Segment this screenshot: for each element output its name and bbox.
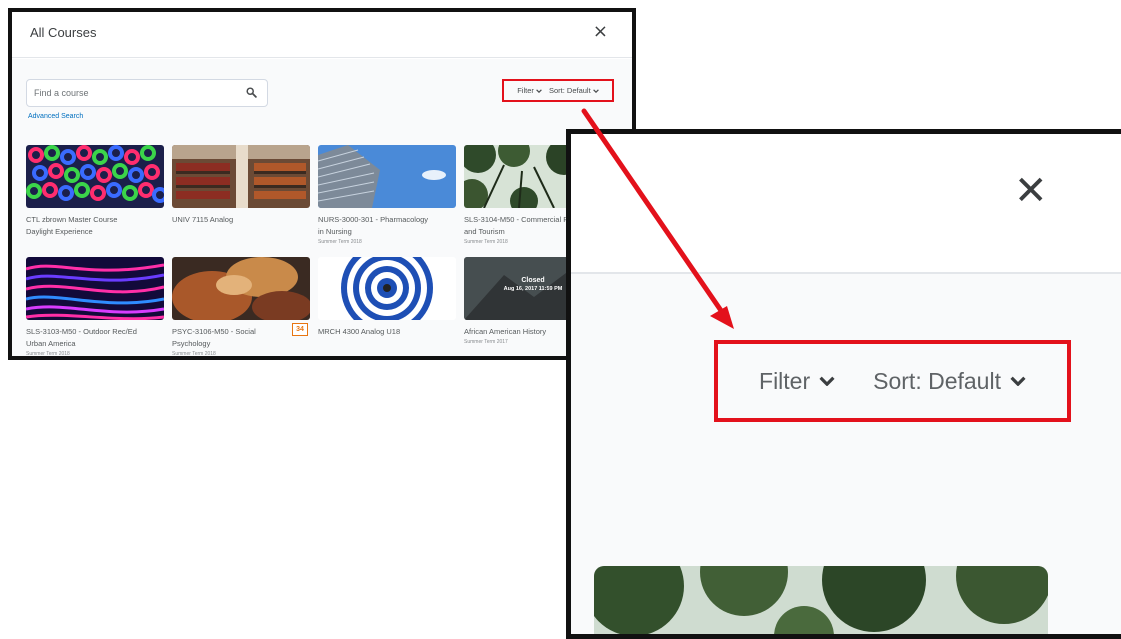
course-card[interactable]: 34 PSYC-3106-M50 - Social Psychology Sum… <box>172 257 310 357</box>
filter-label: Filter <box>759 367 811 394</box>
notification-badge: 34 <box>292 323 308 336</box>
course-card[interactable]: MRCH 4300 Analog U18 <box>318 257 456 338</box>
search-icon[interactable] <box>246 87 257 98</box>
filter-sort-highlight-zoomed: Filter Sort: Default <box>714 340 1071 422</box>
course-image-nebula <box>172 257 310 320</box>
search-box <box>26 79 268 107</box>
course-image-forest-zoomed <box>594 566 1048 634</box>
all-courses-dialog: All Courses × Advanced Search Filter Sor… <box>8 8 636 360</box>
chevron-down-icon <box>536 89 542 94</box>
course-card[interactable]: NURS-3000-301 - Pharmacology in Nursing … <box>318 145 456 245</box>
chevron-down-icon <box>1010 376 1026 386</box>
close-icon[interactable]: ✕ <box>1014 168 1048 214</box>
course-image-straws <box>26 145 164 208</box>
chevron-down-icon <box>819 376 835 386</box>
course-term: Summer Term 2018 <box>318 239 362 245</box>
filter-dropdown[interactable]: Filter <box>759 368 835 395</box>
close-icon[interactable]: × <box>593 21 608 42</box>
dialog-header: All Courses × <box>12 12 632 58</box>
filter-label: Filter <box>517 86 534 95</box>
course-title: MRCH 4300 Analog U18 <box>318 327 401 336</box>
sort-label: Sort: Default <box>548 86 591 95</box>
course-card[interactable]: UNIV 7115 Analog <box>172 145 310 226</box>
search-input[interactable] <box>27 80 227 106</box>
filter-dropdown[interactable]: Filter <box>517 86 542 95</box>
zoomed-callout: ✕ Filter Sort: Default <box>566 129 1121 639</box>
chevron-down-icon <box>592 89 599 94</box>
course-image-library <box>172 145 310 208</box>
dialog-body: Advanced Search Filter Sort: Default <box>12 59 632 357</box>
course-image-neon-waves <box>26 257 164 320</box>
advanced-search-link[interactable]: Advanced Search <box>28 113 83 120</box>
course-title: CTL zbrown Master Course Daylight Experi… <box>26 215 118 236</box>
sort-dropdown[interactable]: Sort: Default <box>873 368 1026 395</box>
course-title: UNIV 7115 Analog <box>172 215 234 224</box>
course-title: SLS-3103-M50 - Outdoor Rec/Ed Urban Amer… <box>26 327 137 348</box>
course-image-umbrella <box>318 257 456 320</box>
course-title: NURS-3000-301 - Pharmacology in Nursing <box>318 215 429 236</box>
course-card[interactable]: SLS-3103-M50 - Outdoor Rec/Ed Urban Amer… <box>26 257 164 357</box>
course-card[interactable]: CTL zbrown Master Course Daylight Experi… <box>26 145 164 238</box>
course-term: Summer Term 2018 <box>26 351 70 357</box>
zoomed-header: ✕ <box>571 134 1121 274</box>
sort-label: Sort: Default <box>873 367 1001 394</box>
course-term: Summer Term 2018 <box>172 351 216 357</box>
course-image-skyscraper <box>318 145 456 208</box>
course-title: PSYC-3106-M50 - Social Psychology <box>172 327 256 348</box>
dialog-title: All Courses <box>30 25 97 40</box>
filter-sort-highlight: Filter Sort: Default <box>502 79 614 102</box>
sort-dropdown[interactable]: Sort: Default <box>549 86 599 95</box>
